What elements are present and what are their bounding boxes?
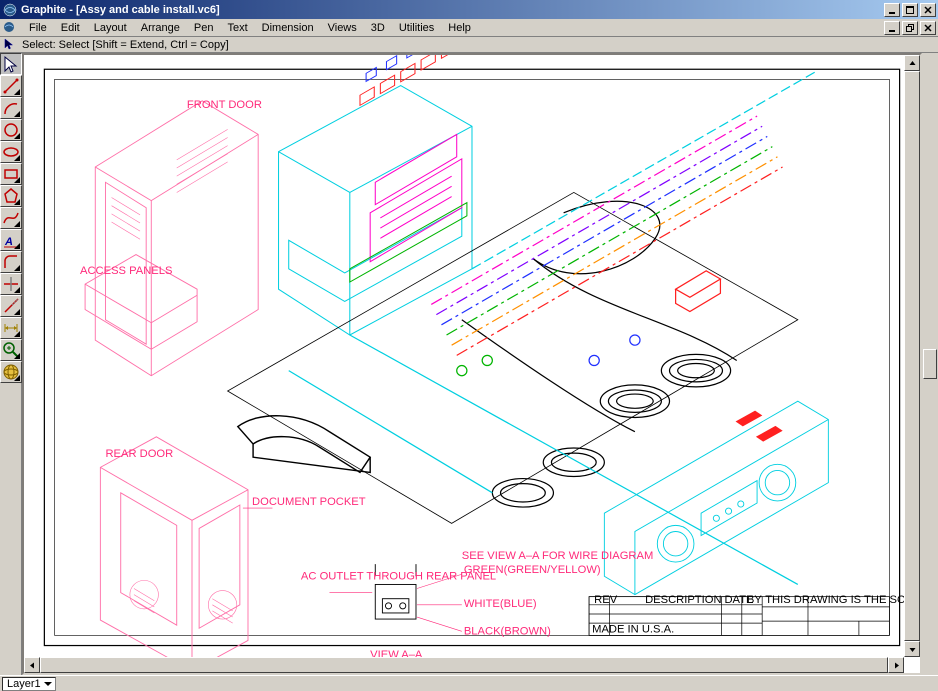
menu-text[interactable]: Text — [220, 21, 254, 35]
app-scroll-stub[interactable] — [922, 53, 938, 675]
rect-tool[interactable] — [0, 163, 22, 185]
document-icon — [2, 20, 18, 36]
tb-note: THIS DRAWING IS THE SOLE PROPERTY OF — [765, 594, 920, 606]
extend-tool[interactable] — [0, 295, 22, 317]
arc-tool[interactable] — [0, 97, 22, 119]
menu-edit[interactable]: Edit — [54, 21, 87, 35]
hint-text: Select: Select [Shift = Extend, Ctrl = C… — [22, 39, 229, 51]
hscroll-track[interactable] — [40, 657, 888, 673]
pointer-icon — [4, 38, 18, 52]
menu-arrange[interactable]: Arrange — [134, 21, 187, 35]
menu-file[interactable]: File — [22, 21, 54, 35]
canvas[interactable]: FRONT DOOR ACCESS PANELS — [22, 53, 922, 675]
label-white: WHITE(BLUE) — [464, 598, 537, 610]
trim-tool[interactable] — [0, 273, 22, 295]
layer-selector-value: Layer1 — [7, 678, 41, 690]
vertical-scrollbar[interactable] — [904, 55, 920, 657]
spline-tool[interactable] — [0, 207, 22, 229]
main-area: A — [0, 53, 938, 675]
fillet-tool[interactable] — [0, 251, 22, 273]
layer-selector[interactable]: Layer1 — [2, 677, 56, 691]
menu-help[interactable]: Help — [441, 21, 478, 35]
hscroll-thumb[interactable] — [40, 657, 888, 673]
svg-text:A: A — [4, 236, 13, 248]
menu-3d[interactable]: 3D — [364, 21, 392, 35]
toolbox: A — [0, 53, 22, 675]
label-access-panels: ACCESS PANELS — [80, 265, 172, 277]
drawing-surface[interactable]: FRONT DOOR ACCESS PANELS — [24, 55, 920, 674]
tb-by: BY — [747, 594, 762, 606]
label-rear-door: REAR DOOR — [105, 448, 173, 460]
scroll-right-button[interactable] — [888, 657, 904, 673]
scroll-left-button[interactable] — [24, 657, 40, 673]
hint-bar: Select: Select [Shift = Extend, Ctrl = C… — [0, 37, 938, 53]
label-see-view: SEE VIEW A–A FOR WIRE DIAGRAM — [462, 550, 653, 562]
vscroll-thumb[interactable] — [904, 71, 920, 641]
menu-pen[interactable]: Pen — [187, 21, 221, 35]
mdi-restore-button[interactable] — [902, 21, 918, 35]
label-document-pocket: DOCUMENT POCKET — [252, 496, 366, 508]
view-tool[interactable] — [0, 361, 22, 383]
menu-dimension[interactable]: Dimension — [255, 21, 321, 35]
menu-bar: File Edit Layout Arrange Pen Text Dimens… — [0, 19, 938, 37]
graphite-app-icon — [2, 2, 18, 18]
menu-utilities[interactable]: Utilities — [392, 21, 441, 35]
menu-views[interactable]: Views — [321, 21, 364, 35]
ellipse-tool[interactable] — [0, 141, 22, 163]
horizontal-scrollbar[interactable] — [24, 657, 904, 673]
window-title: Graphite - [Assy and cable install.vc6] — [21, 4, 882, 16]
app-scroll-thumb[interactable] — [923, 349, 937, 379]
label-ac-outlet: AC OUTLET THROUGH REAR PANEL — [301, 570, 496, 582]
line-tool[interactable] — [0, 75, 22, 97]
vscroll-track[interactable] — [904, 71, 920, 641]
maximize-button[interactable] — [902, 3, 918, 17]
label-black: BLACK(BROWN) — [464, 625, 551, 637]
menu-layout[interactable]: Layout — [87, 21, 134, 35]
label-front-door: FRONT DOOR — [187, 99, 262, 111]
mdi-minimize-button[interactable] — [884, 21, 900, 35]
dimension-tool[interactable] — [0, 317, 22, 339]
tb-desc: DESCRIPTION — [645, 594, 721, 606]
close-button[interactable] — [920, 3, 936, 17]
scroll-up-button[interactable] — [904, 55, 920, 71]
mdi-close-button[interactable] — [920, 21, 936, 35]
minimize-button[interactable] — [884, 3, 900, 17]
circle-tool[interactable] — [0, 119, 22, 141]
tb-rev: REV — [594, 594, 618, 606]
title-bar: Graphite - [Assy and cable install.vc6] — [0, 0, 938, 19]
zoom-tool[interactable] — [0, 339, 22, 361]
scroll-down-button[interactable] — [904, 641, 920, 657]
polygon-tool[interactable] — [0, 185, 22, 207]
pointer-tool[interactable] — [0, 53, 22, 75]
text-tool[interactable]: A — [0, 229, 22, 251]
tb-made-in: MADE IN U.S.A. — [592, 623, 674, 635]
status-bar: Layer1 — [0, 675, 938, 691]
